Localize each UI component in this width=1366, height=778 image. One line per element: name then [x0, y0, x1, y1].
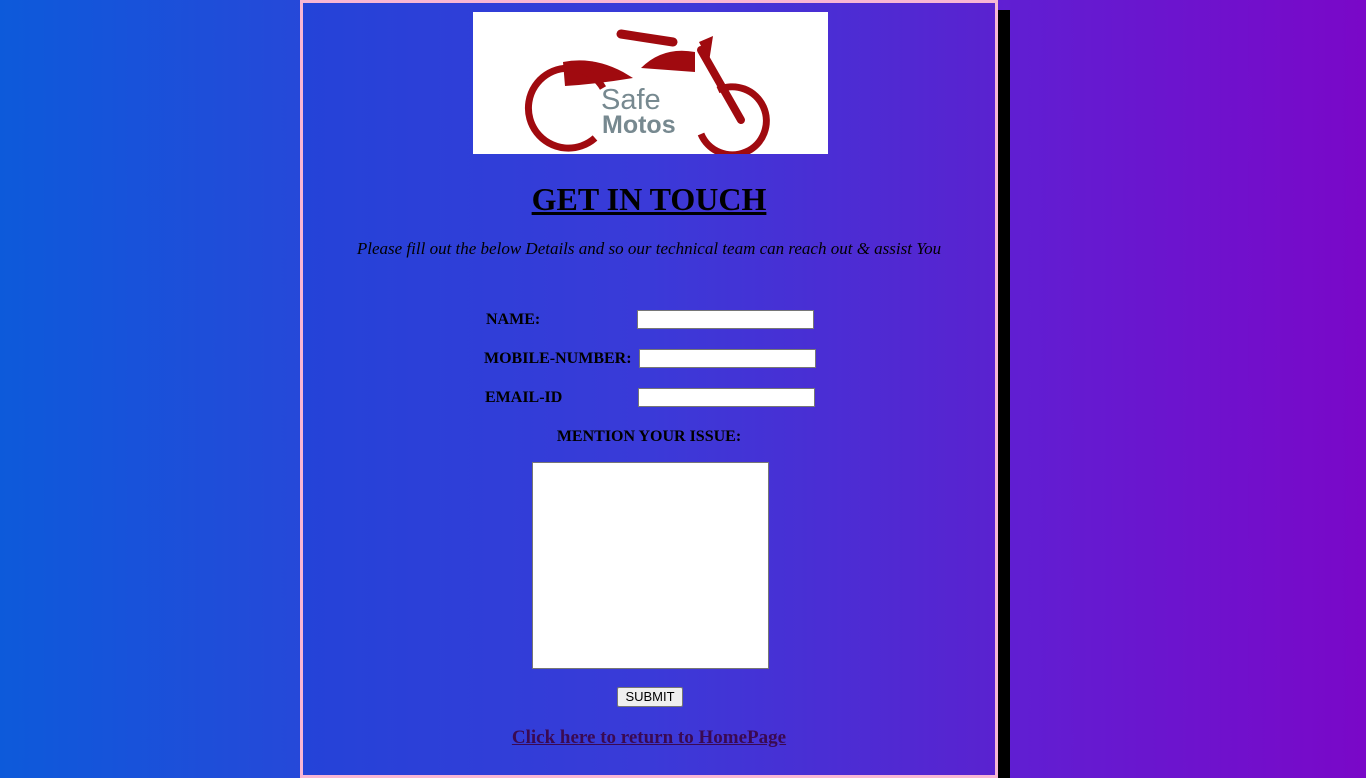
motorcycle-logo-icon: Safe Motos — [524, 29, 770, 154]
issue-label: MENTION YOUR ISSUE: — [556, 428, 742, 445]
page-title: GET IN TOUCH — [531, 181, 767, 217]
issue-textarea[interactable] — [532, 462, 769, 669]
return-home-link[interactable]: Click here to return to HomePage — [512, 727, 786, 748]
logo-text-motos: Motos — [602, 111, 676, 139]
page-subtitle: Please fill out the below Details and so… — [356, 239, 942, 258]
brand-logo: Safe Motos — [473, 12, 828, 154]
submit-button[interactable]: SUBMIT — [617, 687, 683, 707]
email-input[interactable] — [638, 388, 815, 407]
email-label: EMAIL-ID — [485, 389, 563, 406]
mobile-number-label: MOBILE-NUMBER: — [484, 350, 632, 367]
contact-card: Safe Motos GET IN TOUCH Please fill out … — [300, 0, 998, 778]
name-label: NAME: — [486, 311, 541, 328]
name-input[interactable] — [637, 310, 814, 329]
mobile-number-input[interactable] — [639, 349, 816, 368]
home-link-container: Click here to return to HomePage — [303, 726, 995, 750]
